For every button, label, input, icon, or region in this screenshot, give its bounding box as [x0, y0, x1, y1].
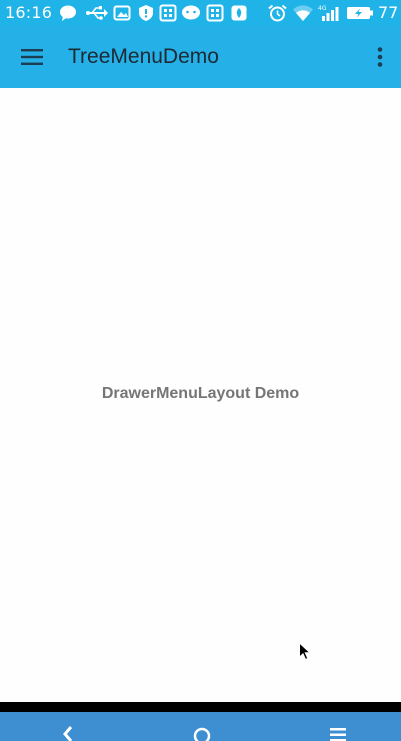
screen: 16:16 4G 77 TreeMenuDemo DrawerMenuLayou… [0, 0, 401, 741]
more-vert-icon [377, 47, 383, 67]
app-title: TreeMenuDemo [68, 45, 219, 68]
chat-bubble-icon [59, 4, 77, 22]
mouse-pointer-icon [298, 642, 312, 662]
main-content: DrawerMenuLayout Demo [0, 88, 401, 702]
menu-button[interactable] [14, 39, 50, 75]
battery-level: 77 [378, 3, 399, 22]
demo-label: DrawerMenuLayout Demo [101, 385, 300, 402]
messenger-icon [181, 4, 201, 22]
hamburger-icon [21, 49, 43, 65]
overflow-menu-button[interactable] [366, 39, 394, 75]
screen-divider [0, 702, 401, 712]
svg-text:4G: 4G [318, 5, 327, 12]
qr-icon [206, 4, 224, 22]
battery-charging-icon [346, 4, 374, 22]
back-icon [63, 726, 73, 741]
alarm-icon [268, 4, 287, 22]
signal-icon: 4G [318, 4, 340, 22]
recents-button[interactable] [318, 712, 358, 741]
home-icon [193, 727, 211, 741]
security-app-icon [230, 4, 248, 22]
shield-icon [137, 4, 155, 22]
qr-icon [159, 4, 177, 22]
app-bar: TreeMenuDemo [0, 26, 401, 88]
recents-icon [330, 728, 346, 741]
wifi-icon [292, 4, 314, 22]
usb-icon [86, 4, 108, 22]
navigation-bar [0, 712, 401, 741]
home-button[interactable] [182, 712, 222, 741]
status-bar: 16:16 4G 77 [0, 0, 401, 26]
image-icon [113, 4, 131, 22]
status-time: 16:16 [5, 3, 53, 22]
back-button[interactable] [48, 712, 88, 741]
